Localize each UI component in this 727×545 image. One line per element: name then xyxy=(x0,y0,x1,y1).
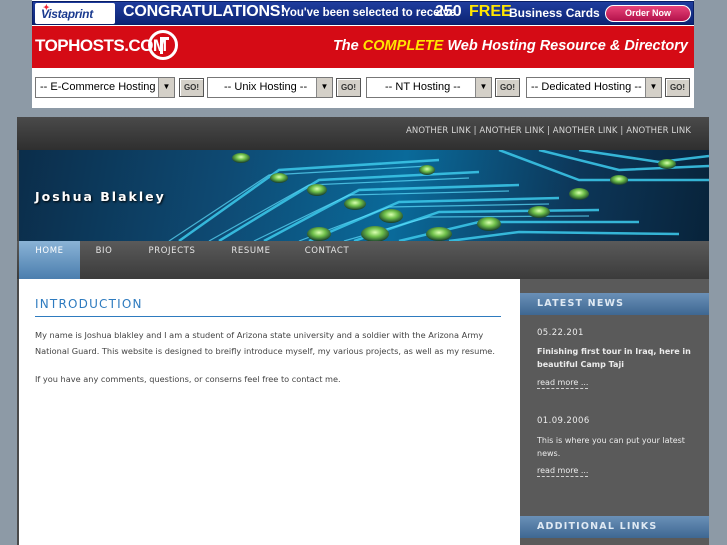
hosting-select-bar: -- E-Commerce Hosting -- ▼ GO! -- Unix H… xyxy=(32,74,694,104)
tophosts-tagline: The COMPLETE Web Hosting Resource & Dire… xyxy=(333,38,688,54)
dropdown-arrow-icon[interactable]: ▼ xyxy=(316,78,332,97)
tagline-complete: COMPLETE xyxy=(362,38,444,54)
vistaprint-logo: ✦ Vistaprint xyxy=(35,3,115,24)
latest-news-heading: LATEST NEWS xyxy=(520,293,709,315)
select-value: -- Unix Hosting -- xyxy=(224,81,308,93)
ecommerce-go-button[interactable]: GO! xyxy=(179,78,204,97)
nav-home[interactable]: HOME xyxy=(19,241,80,279)
intro-paragraph: My name is Joshua blakley and I am a stu… xyxy=(35,330,495,356)
select-value: -- NT Hosting -- xyxy=(385,81,461,93)
sidebar: LATEST NEWS 05.22.201 Finishing first to… xyxy=(520,279,709,545)
nt-hosting-select[interactable]: -- NT Hosting -- ▼ xyxy=(366,77,492,98)
tophosts-logo: TOPHOSTS.COM xyxy=(35,36,167,55)
dropdown-arrow-icon[interactable]: ▼ xyxy=(475,78,491,97)
congrats-text: CONGRATULATIONS! xyxy=(123,3,286,20)
tagline-rest: Web Hosting Resource & Directory xyxy=(447,38,688,54)
selected-text: You've been selected to receive xyxy=(283,7,456,19)
select-value: -- Dedicated Hosting -- xyxy=(531,81,642,93)
tophosts-banner[interactable]: TOPHOSTS.COM The COMPLETE Web Hosting Re… xyxy=(32,26,694,68)
top-link-1[interactable]: ANOTHER LINK xyxy=(406,126,471,136)
order-now-button[interactable]: Order Now xyxy=(605,5,691,22)
circuit-board-banner: Joshua Blakley xyxy=(19,150,709,241)
news-date: 01.09.2006 xyxy=(537,416,590,426)
news-date: 05.22.201 xyxy=(537,328,584,338)
site-container: ANOTHER LINK | ANOTHER LINK | ANOTHER LI… xyxy=(17,117,709,545)
dropdown-arrow-icon[interactable]: ▼ xyxy=(158,78,174,97)
select-value: -- E-Commerce Hosting -- xyxy=(40,81,166,93)
unix-go-button[interactable]: GO! xyxy=(336,78,361,97)
nav-projects[interactable]: PROJECTS xyxy=(143,241,201,279)
offer-free: FREE xyxy=(469,3,512,20)
contact-paragraph: If you have any comments, questions, or … xyxy=(35,374,341,384)
read-more-link[interactable]: read more ... xyxy=(537,378,589,389)
link-separator: | xyxy=(547,126,550,136)
dedicated-hosting-select[interactable]: -- Dedicated Hosting -- ▼ xyxy=(526,77,662,98)
offer-cards: Business Cards xyxy=(509,6,600,20)
top-link-4[interactable]: ANOTHER LINK xyxy=(626,126,691,136)
nav-bio[interactable]: BIO xyxy=(89,241,119,279)
main-content: INTRODUCTION My name is Joshua blakley a… xyxy=(19,279,520,545)
offer-number: 250 xyxy=(435,3,462,20)
read-more-link[interactable]: read more ... xyxy=(537,466,589,477)
top-links: ANOTHER LINK | ANOTHER LINK | ANOTHER LI… xyxy=(406,126,691,136)
ecommerce-hosting-select[interactable]: -- E-Commerce Hosting -- ▼ xyxy=(35,77,175,98)
header-strip: ANOTHER LINK | ANOTHER LINK | ANOTHER LI… xyxy=(17,117,709,150)
ad-frame: ✦ Vistaprint CONGRATULATIONS! You've bee… xyxy=(32,0,694,108)
additional-links-heading: ADDITIONAL LINKS xyxy=(520,516,709,538)
title-divider xyxy=(35,316,501,317)
dedicated-go-button[interactable]: GO! xyxy=(665,78,690,97)
site-name: Joshua Blakley xyxy=(35,189,166,204)
vistaprint-banner[interactable]: ✦ Vistaprint CONGRATULATIONS! You've bee… xyxy=(32,1,694,25)
dropdown-arrow-icon[interactable]: ▼ xyxy=(645,78,661,97)
nav-resume[interactable]: RESUME xyxy=(227,241,275,279)
swoosh-icon: ✦ xyxy=(43,3,50,12)
news-text: Finishing first tour in Iraq, here in be… xyxy=(537,347,691,369)
main-nav: HOME BIO PROJECTS RESUME CONTACT xyxy=(17,241,709,279)
unix-hosting-select[interactable]: -- Unix Hosting -- ▼ xyxy=(207,77,333,98)
nt-go-button[interactable]: GO! xyxy=(495,78,520,97)
tagline-the: The xyxy=(332,38,359,54)
top-link-3[interactable]: ANOTHER LINK xyxy=(553,126,618,136)
link-separator: | xyxy=(473,126,477,136)
nav-contact[interactable]: CONTACT xyxy=(302,241,352,279)
tophosts-t-icon xyxy=(148,30,178,60)
top-link-2[interactable]: ANOTHER LINK xyxy=(479,126,544,136)
page-title: INTRODUCTION xyxy=(35,297,143,311)
news-text: This is where you can put your latest ne… xyxy=(537,436,685,458)
link-separator: | xyxy=(620,126,624,136)
